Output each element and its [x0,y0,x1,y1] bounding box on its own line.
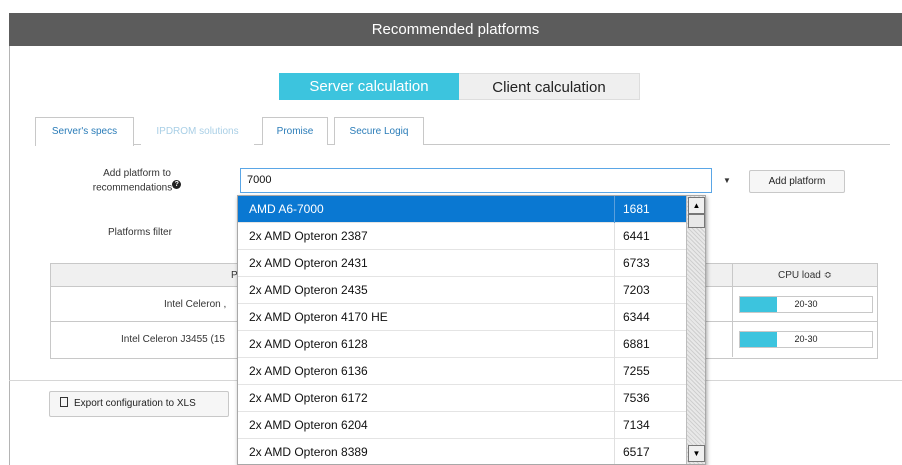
tab-secure-logiq[interactable]: Secure Logiq [334,117,424,145]
tab-promise[interactable]: Promise [262,117,328,145]
cpu-load-bar: 20-30 [739,331,873,348]
dropdown-option[interactable]: AMD A6-7000 1681 [238,196,686,223]
scroll-thumb[interactable] [688,214,705,228]
dropdown-scrollbar[interactable]: ▲ ▼ [686,196,705,464]
help-icon[interactable]: ? [172,180,182,189]
tab-servers-specs[interactable]: Server's specs [35,117,134,146]
add-platform-button[interactable]: Add platform [749,170,845,193]
dropdown-option[interactable]: 2x AMD Opteron 8389 6517 [238,439,686,464]
dropdown-option[interactable]: 2x AMD Opteron 6172 7536 [238,385,686,412]
option-name: 2x AMD Opteron 2431 [249,256,368,270]
add-platform-label-text: Add platform to recommendations [92,168,173,194]
option-value: 6733 [614,250,686,277]
platform-name: Intel Celeron J3455 (15 [121,334,225,345]
option-name: 2x AMD Opteron 4170 HE [249,310,388,324]
server-calculation-toggle[interactable]: Server calculation [279,73,459,100]
export-xls-label: Export configuration to XLS [74,398,196,409]
add-platform-label: Add platform to recommendations? [72,167,202,194]
option-value: 6517 [614,439,686,464]
platform-search-input[interactable]: 7000 [240,168,712,193]
dropdown-option[interactable]: 2x AMD Opteron 4170 HE 6344 [238,304,686,331]
platforms-filter-label: Platforms filter [108,227,172,238]
cpu-load-cell: 20-30 [732,322,877,357]
option-name: 2x AMD Opteron 2435 [249,283,368,297]
option-value: 6441 [614,223,686,250]
option-name: 2x AMD Opteron 6136 [249,364,368,378]
option-name: 2x AMD Opteron 6204 [249,418,368,432]
option-name: AMD A6-7000 [249,202,324,216]
option-value: 7255 [614,358,686,385]
cpu-load-column-header[interactable]: CPU load ≎ [732,264,877,287]
dropdown-option[interactable]: 2x AMD Opteron 6204 7134 [238,412,686,439]
option-value: 6344 [614,304,686,331]
cpu-load-value: 20-30 [794,334,818,344]
export-xls-button[interactable]: Export configuration to XLS [49,391,229,417]
option-name: 2x AMD Opteron 6128 [249,337,368,351]
scroll-up-icon[interactable]: ▲ [688,197,705,214]
page-title: Recommended platforms [9,13,902,46]
option-value: 7536 [614,385,686,412]
option-name: 2x AMD Opteron 2387 [249,229,368,243]
option-value: 7203 [614,277,686,304]
dropdown-option[interactable]: 2x AMD Opteron 2431 6733 [238,250,686,277]
dropdown-option[interactable]: 2x AMD Opteron 2435 7203 [238,277,686,304]
dropdown-option[interactable]: 2x AMD Opteron 6136 7255 [238,358,686,385]
platform-name: Intel Celeron , [164,299,227,310]
document-icon [60,397,68,407]
client-calculation-toggle[interactable]: Client calculation [459,73,640,100]
cpu-load-cell: 20-30 [732,287,877,322]
option-value: 6881 [614,331,686,358]
dropdown-option[interactable]: 2x AMD Opteron 6128 6881 [238,331,686,358]
scroll-down-icon[interactable]: ▼ [688,445,705,462]
cpu-load-value: 20-30 [794,299,818,309]
chevron-down-icon[interactable]: ▼ [716,168,738,193]
option-name: 2x AMD Opteron 8389 [249,445,368,459]
app-window: Recommended platforms Server calculation… [0,0,902,465]
option-name: 2x AMD Opteron 6172 [249,391,368,405]
option-value: 1681 [614,196,686,223]
tab-ipdrom-solutions[interactable]: IPDROM solutions [141,117,254,145]
dropdown-option[interactable]: 2x AMD Opteron 2387 6441 [238,223,686,250]
cpu-load-bar: 20-30 [739,296,873,313]
option-value: 7134 [614,412,686,439]
platform-suggestions-dropdown[interactable]: AMD A6-7000 1681 2x AMD Opteron 2387 6441 2x… [237,195,706,465]
